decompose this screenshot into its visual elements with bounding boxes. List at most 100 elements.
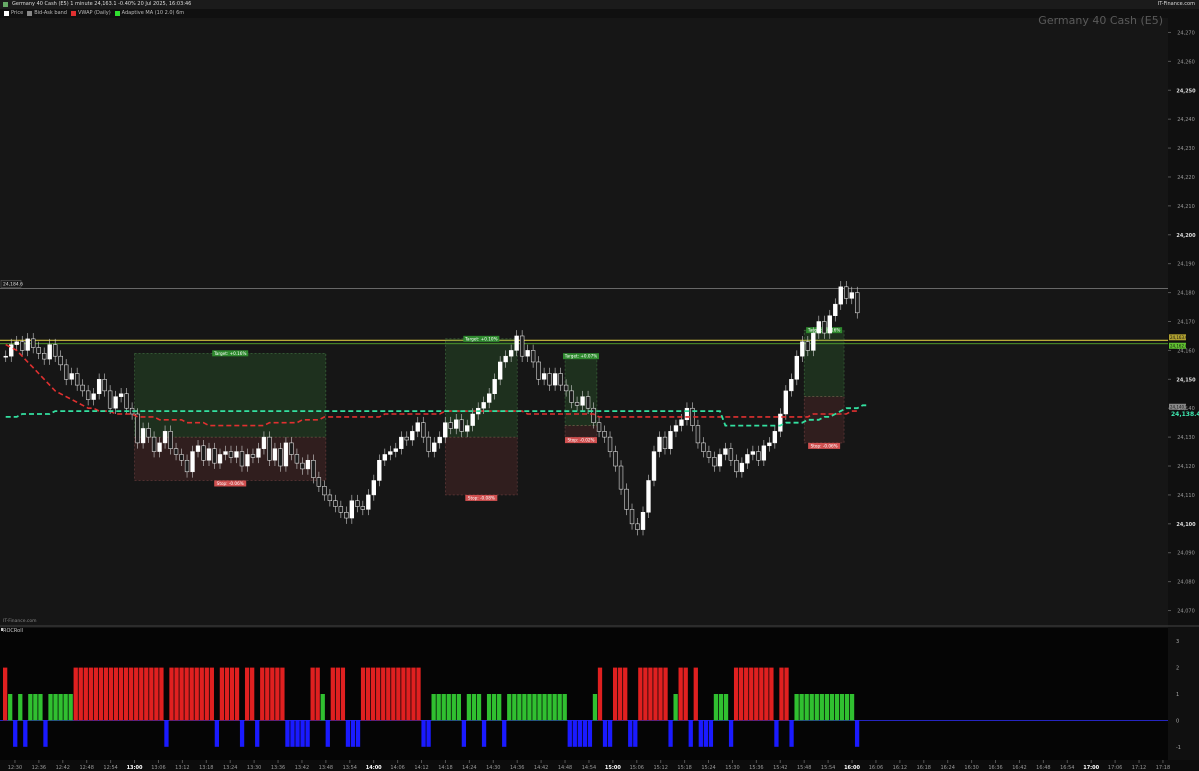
roc-bar — [184, 667, 189, 721]
roc-bar — [28, 694, 33, 721]
candle-body — [124, 393, 129, 409]
roc-bar — [320, 694, 325, 721]
roc-bar — [456, 694, 461, 721]
candle-body — [217, 454, 223, 464]
candle-body — [74, 373, 80, 386]
candle-body — [102, 379, 107, 392]
x-tick-label: 14:12 — [414, 765, 428, 771]
x-tick-label: 17:18 — [1156, 765, 1170, 771]
candle-body — [855, 292, 860, 314]
x-tick-label: 13:48 — [319, 765, 333, 771]
roc-bar — [754, 667, 759, 721]
candle-body — [816, 321, 821, 334]
roc-bar — [275, 667, 280, 721]
roc-bar — [214, 720, 220, 747]
candle-body — [294, 454, 300, 464]
last-price-label: 24,138.4 — [1171, 411, 1199, 418]
roc-bar — [502, 720, 507, 747]
roc-bar — [43, 720, 48, 747]
x-tick-label: 15:06 — [630, 765, 644, 771]
roc-bar — [764, 667, 769, 721]
candle-body — [223, 451, 228, 455]
candle-body — [613, 451, 618, 467]
roc-bar — [345, 720, 351, 747]
candle-body — [497, 361, 503, 380]
candle-body — [157, 442, 162, 452]
indicator-y-tick-label: 2 — [1176, 666, 1179, 672]
candle-body — [426, 436, 431, 452]
roc-bar — [244, 667, 250, 721]
roc-bar — [844, 694, 850, 721]
x-tick-label: 15:30 — [725, 765, 739, 771]
trade-stop-label: Stop: -0.06% — [217, 481, 244, 486]
candle-body — [454, 419, 459, 429]
x-tick-label: 12:36 — [32, 765, 46, 771]
roc-bar — [23, 720, 28, 747]
indicator-y-tick-label: -1 — [1176, 745, 1181, 751]
x-tick-label: 17:00 — [1083, 765, 1099, 771]
trade-target-label: Target: +0.10% — [464, 336, 498, 341]
roc-bar — [219, 667, 225, 721]
candle-body — [80, 384, 85, 392]
x-tick-label: 13:12 — [175, 765, 189, 771]
candle-body — [432, 442, 437, 452]
roc-bar — [63, 694, 68, 721]
roc-bar — [113, 667, 119, 721]
candle-body — [624, 488, 629, 510]
candle-body — [135, 413, 140, 444]
roc-bar — [824, 694, 829, 721]
candle-body — [3, 355, 8, 358]
trade-stop-label: Stop: -0.06% — [811, 443, 838, 448]
roc-bar — [693, 667, 698, 721]
candle-body — [118, 393, 124, 397]
chart-canvas[interactable]: Germany 40 Cash (E5) 24,270 24,260 24,250 24… — [0, 0, 1199, 771]
x-tick-label: 16:12 — [893, 765, 907, 771]
price-axis-tag-label: 24,162.0 — [1170, 343, 1188, 348]
roc-bar — [602, 720, 608, 747]
candle-body — [355, 500, 360, 507]
candle-body — [695, 425, 701, 444]
roc-bar — [189, 667, 194, 721]
roc-bar — [199, 667, 204, 721]
candle-body — [569, 390, 574, 403]
roc-bar — [386, 667, 391, 721]
roc-bar — [78, 667, 83, 721]
roc-bar — [381, 667, 386, 721]
candle-body — [574, 402, 580, 406]
roc-bar — [552, 694, 557, 721]
y-tick-label: 24,100 — [1176, 522, 1196, 528]
candle-body — [503, 355, 508, 363]
roc-bar — [784, 667, 789, 721]
roc-bar — [330, 667, 335, 721]
candle-body — [173, 448, 179, 455]
roc-bar — [713, 694, 719, 721]
y-tick-label: 24,130 — [1177, 435, 1195, 441]
roc-bar — [532, 694, 537, 721]
candle-body — [563, 384, 569, 392]
candle-body — [360, 506, 366, 510]
roc-bar — [305, 720, 310, 747]
candle-body — [481, 402, 486, 409]
candle-body — [635, 523, 640, 530]
x-tick-label: 12:48 — [79, 765, 93, 771]
x-tick-label: 16:36 — [988, 765, 1002, 771]
x-tick-label: 15:42 — [773, 765, 787, 771]
x-tick-label: 14:30 — [486, 765, 500, 771]
candle-body — [393, 448, 398, 452]
x-tick-label: 15:18 — [677, 765, 691, 771]
candle-body — [844, 286, 849, 299]
roc-bar — [204, 667, 209, 721]
roc-bar — [522, 694, 527, 721]
x-tick-label: 13:54 — [343, 765, 357, 771]
roc-bar — [779, 667, 784, 721]
roc-bar — [416, 667, 421, 721]
roc-bar — [839, 694, 845, 721]
candle-body — [91, 393, 96, 400]
roc-bar — [628, 720, 633, 747]
candle-body — [14, 341, 19, 345]
candle-body — [443, 422, 448, 438]
candle-body — [487, 393, 492, 403]
roc-bar — [371, 667, 376, 721]
candle-body — [261, 436, 267, 449]
candle-body — [706, 451, 712, 458]
